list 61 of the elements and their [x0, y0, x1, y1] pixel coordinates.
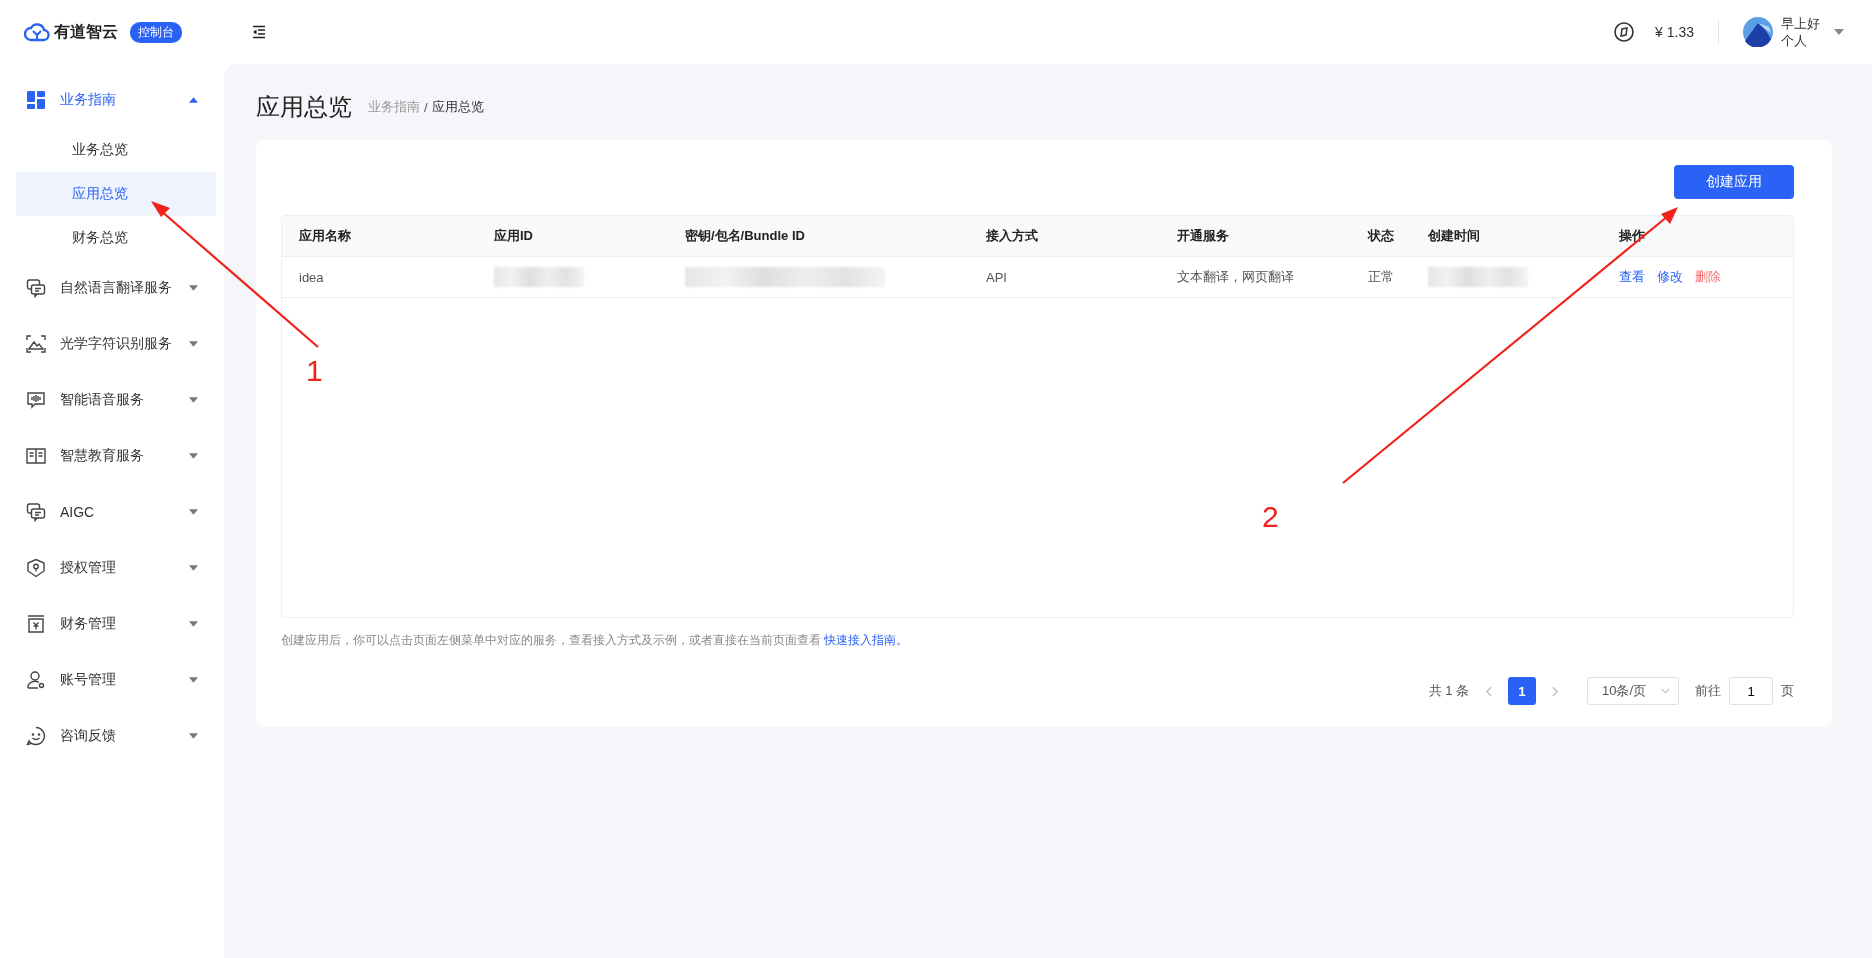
balance-amount: ¥ 1.33: [1655, 24, 1694, 40]
sidebar-item[interactable]: 智能语音服务: [0, 372, 224, 428]
column-header: 开通服务: [1177, 227, 1230, 245]
page-button[interactable]: 1: [1508, 677, 1536, 705]
scan-icon: [26, 334, 46, 354]
column-header: 接入方式: [986, 227, 1039, 245]
page-title: 应用总览: [256, 92, 352, 122]
smile-icon: [26, 726, 46, 746]
sidebar-item[interactable]: 光学字符识别服务: [0, 316, 224, 372]
book-icon: [26, 446, 46, 466]
avatar-icon[interactable]: [1743, 17, 1773, 47]
shield-icon: [26, 558, 46, 578]
column-header: 密钥/包名/Bundle ID: [685, 227, 806, 245]
create-app-button[interactable]: 创建应用: [1674, 165, 1794, 199]
sidebar-subitem[interactable]: 应用总览: [16, 172, 216, 216]
action-link[interactable]: 修改: [1657, 268, 1683, 286]
page-input[interactable]: 1: [1729, 677, 1773, 705]
help-note: 创建应用后，你可以点击页面左侧菜单中对应的服务，查看接入方式及示例，或者直接在当前页面查看 快速接入指南。: [281, 632, 910, 649]
table-cell: API: [986, 269, 1007, 285]
brand-name: 有道智云: [54, 21, 118, 42]
sidebar-subitem[interactable]: 业务总览: [16, 128, 216, 172]
breadcrumb-separator: /: [424, 99, 428, 115]
sidebar-item[interactable]: AIGC: [0, 484, 224, 540]
annotation-number: 1: [306, 356, 323, 386]
user-icon: [26, 670, 46, 690]
column-header: 应用名称: [299, 227, 352, 245]
greeting-text: 早上好: [1781, 15, 1820, 32]
sidebar-item[interactable]: 账号管理: [0, 652, 224, 708]
action-link[interactable]: 查看: [1619, 268, 1645, 286]
sidebar-item[interactable]: 自然语言翻译服务: [0, 260, 224, 316]
sidebar-item[interactable]: 财务管理: [0, 596, 224, 652]
caret-icon[interactable]: [1834, 29, 1844, 35]
chat-icon: [26, 278, 46, 298]
total-count: 共 1 条: [1428, 682, 1469, 700]
quick-guide-link[interactable]: 快速接入指南。: [824, 633, 909, 647]
column-header: 创建时间: [1428, 227, 1481, 245]
sidebar-item[interactable]: 授权管理: [0, 540, 224, 596]
table-cell: 文本翻译，网页翻译: [1177, 268, 1294, 286]
sidebar-item[interactable]: 智慧教育服务: [0, 428, 224, 484]
table-cell: 正常: [1368, 268, 1394, 286]
bill-icon: [26, 614, 46, 634]
voice-icon: [26, 390, 46, 410]
column-header: 应用ID: [494, 227, 534, 245]
sidebar-item[interactable]: 业务指南: [0, 72, 224, 128]
column-header: 状态: [1368, 227, 1395, 245]
dropdown-chevron-icon: [1661, 688, 1670, 694]
annotation-number: 2: [1262, 502, 1279, 532]
account-type: 个人: [1781, 32, 1808, 49]
goto-label: 前往: [1695, 682, 1721, 700]
grid-icon: [26, 90, 46, 110]
console-badge: 控制台: [130, 21, 182, 43]
page-suffix: 页: [1781, 682, 1794, 700]
breadcrumb-current: 应用总览: [431, 98, 484, 116]
chat-icon: [26, 502, 46, 522]
table-cell: idea: [299, 269, 324, 285]
sidebar-subitem[interactable]: 财务总览: [16, 216, 216, 260]
cloud-logo-icon: [24, 22, 50, 42]
collapse-menu-icon[interactable]: [252, 25, 266, 39]
sidebar-item[interactable]: 咨询反馈: [0, 708, 224, 764]
page-size-select[interactable]: 10条/页: [1587, 677, 1679, 705]
compass-icon[interactable]: [1613, 21, 1636, 43]
